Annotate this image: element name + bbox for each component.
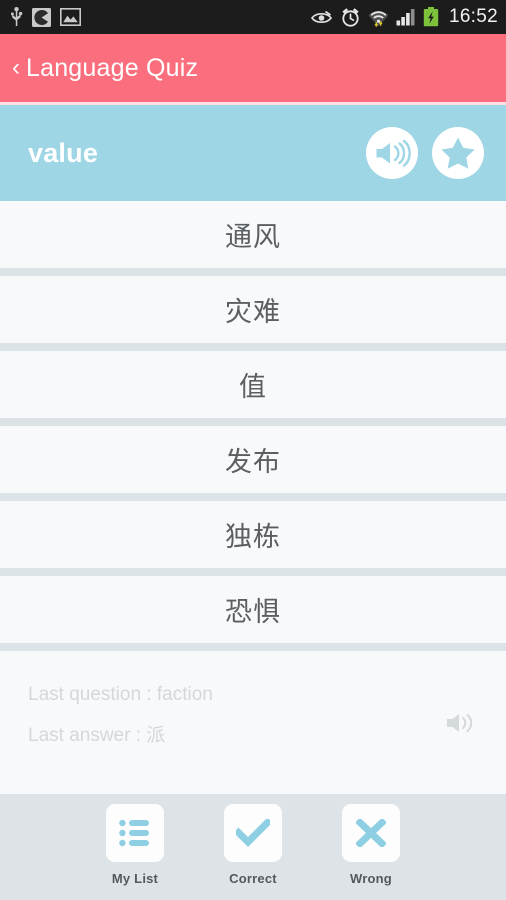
status-bar-left-icons <box>10 7 81 27</box>
usb-icon <box>11 7 23 26</box>
status-bar-right-icons: 16:52 <box>310 6 498 28</box>
answer-option[interactable]: 发布 <box>0 426 506 493</box>
list-divider <box>0 343 506 351</box>
star-icon[interactable] <box>432 127 484 179</box>
image-icon <box>60 8 81 26</box>
list-icon <box>119 819 149 847</box>
nav-item-correct[interactable]: Correct <box>215 804 291 886</box>
answer-option[interactable]: 通风 <box>0 201 506 268</box>
answer-list: 通风 灾难 值 发布 独栋 恐惧 <box>0 201 506 651</box>
battery-charging-icon <box>423 7 439 27</box>
answer-option-label: 独栋 <box>225 522 281 552</box>
question-word: value <box>28 137 99 168</box>
answer-option-label: 发布 <box>225 447 281 477</box>
signal-bars-icon <box>396 9 415 26</box>
title-bar: ‹ Language Quiz <box>0 34 506 102</box>
correct-tile[interactable] <box>224 804 282 862</box>
pacman-app-icon <box>32 7 51 27</box>
status-bar-clock: 16:52 <box>448 6 498 27</box>
answer-option-label: 灾难 <box>225 297 281 327</box>
check-icon <box>236 819 270 847</box>
answer-option[interactable]: 恐惧 <box>0 576 506 643</box>
bottom-nav-bar: My List Correct Wrong <box>0 794 506 900</box>
question-band: value <box>0 105 506 201</box>
answer-option[interactable]: 值 <box>0 351 506 418</box>
last-answer-text: Last answer : 派 <box>28 725 166 746</box>
last-question-text: Last question : faction <box>28 684 213 705</box>
wrong-tile[interactable] <box>342 804 400 862</box>
answer-option-label: 通风 <box>225 222 281 252</box>
nav-label-wrong: Wrong <box>350 871 392 886</box>
cross-icon <box>356 819 386 847</box>
eye-icon <box>310 10 332 24</box>
my-list-tile[interactable] <box>106 804 164 862</box>
speaker-icon[interactable] <box>366 127 418 179</box>
back-button[interactable]: ‹ <box>10 56 26 80</box>
wifi-icon <box>368 11 389 27</box>
list-divider <box>0 643 506 651</box>
list-divider <box>0 268 506 276</box>
question-actions <box>366 127 484 179</box>
app-root: 16:52 ‹ Language Quiz value 通风 灾难 值 发布 独… <box>0 0 506 900</box>
nav-label-correct: Correct <box>229 871 277 886</box>
page-title: Language Quiz <box>26 53 199 82</box>
answer-option-label: 恐惧 <box>225 597 281 627</box>
answer-option[interactable]: 灾难 <box>0 276 506 343</box>
alarm-clock-icon <box>342 7 359 27</box>
list-divider <box>0 493 506 501</box>
last-answer-speaker-icon[interactable] <box>446 710 476 736</box>
nav-label-my-list: My List <box>111 871 159 886</box>
nav-item-my-list[interactable]: My List <box>97 804 173 886</box>
last-qa-panel: Last question : faction Last answer : 派 <box>0 651 506 794</box>
list-divider <box>0 568 506 576</box>
list-divider <box>0 418 506 426</box>
status-bar: 16:52 <box>0 0 506 34</box>
answer-option[interactable]: 独栋 <box>0 501 506 568</box>
answer-option-label: 值 <box>239 372 267 402</box>
nav-item-wrong[interactable]: Wrong <box>333 804 409 886</box>
